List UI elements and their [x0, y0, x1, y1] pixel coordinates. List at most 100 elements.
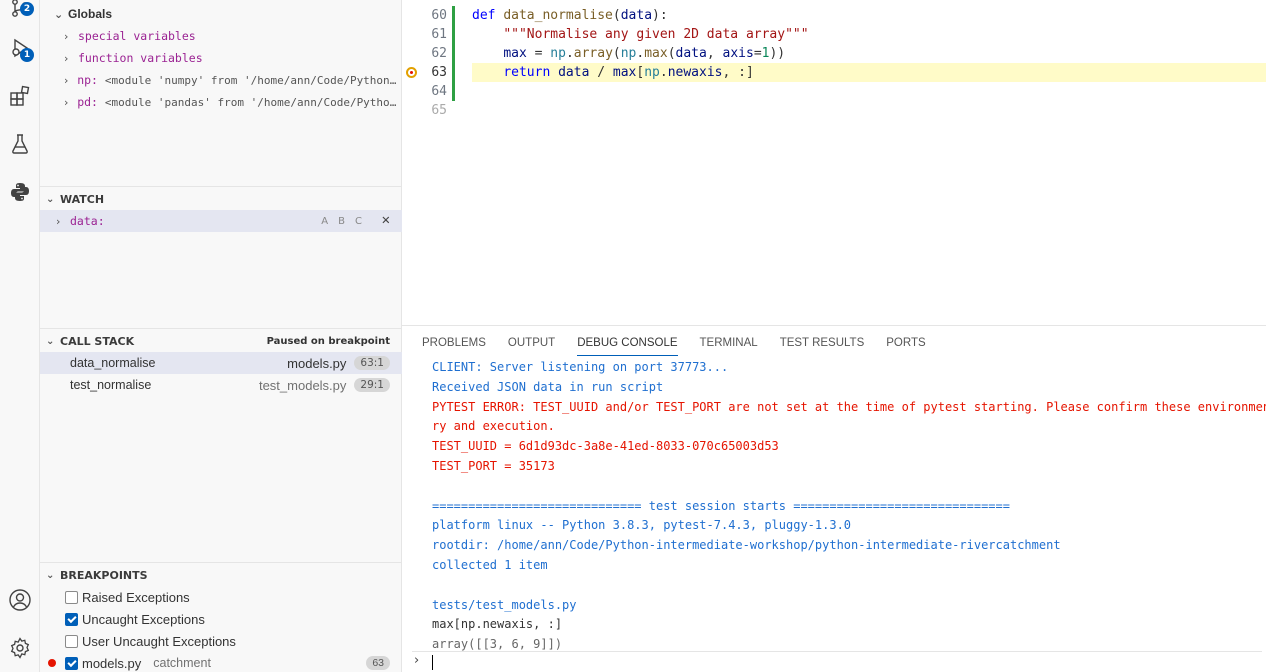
call-stack-title: CALL STACK — [60, 334, 135, 348]
variable-row[interactable]: › pd: <module 'pandas' from '/home/ann/C… — [40, 91, 398, 113]
frame-file: test_models.py — [258, 377, 347, 393]
debug-console-output[interactable]: CLIENT: Server listening on port 37773..… — [432, 358, 1266, 655]
stack-frame[interactable]: test_normalise test_models.py 29:1 — [40, 374, 402, 396]
accounts-icon[interactable] — [4, 584, 36, 616]
activity-bar: 2 1 — [0, 0, 40, 672]
tab-terminal[interactable]: TERMINAL — [700, 326, 758, 360]
tab-ports[interactable]: PORTS — [886, 326, 925, 360]
frame-position: 29:1 — [354, 378, 390, 392]
debug-badge: 1 — [20, 48, 34, 62]
chevron-down-icon: ⌄ — [46, 335, 55, 347]
text-caret — [432, 655, 433, 670]
variable-row[interactable]: › special variables — [40, 25, 402, 47]
chevron-down-icon: ⌄ — [46, 569, 55, 581]
variables-section: ⌄ Globals › special variables › function… — [40, 3, 402, 113]
globals-scope[interactable]: ⌄ Globals — [40, 3, 402, 25]
code-line[interactable]: 61 """Normalise any given 2D data array"… — [402, 25, 1266, 44]
watch-action-b[interactable]: B — [338, 216, 345, 227]
code-editor[interactable]: 60 def data_normalise(data): 61 """Norma… — [402, 0, 1266, 325]
breakpoint-file-entry[interactable]: models.py catchment 63 — [40, 652, 402, 672]
watch-section: ⌄ WATCH › data: A B C ✕ — [40, 186, 402, 232]
line-number: 64 — [431, 84, 447, 99]
checkbox[interactable] — [65, 634, 78, 648]
testing-flask-icon[interactable] — [4, 128, 36, 160]
close-icon[interactable]: ✕ — [382, 212, 390, 228]
paused-status: Paused on breakpoint — [266, 335, 390, 347]
code-line[interactable]: 64 — [402, 82, 1266, 101]
variable-row[interactable]: › np: <module 'numpy' from '/home/ann/Co… — [40, 69, 398, 91]
call-stack-header[interactable]: ⌄ CALL STACK Paused on breakpoint — [40, 330, 402, 352]
settings-gear-icon[interactable] — [4, 632, 36, 664]
source-control-icon[interactable]: 2 — [4, 0, 36, 24]
chevron-down-icon: ⌄ — [46, 193, 55, 205]
checkbox[interactable] — [65, 656, 78, 670]
checkbox[interactable] — [65, 612, 78, 626]
breakpoint-line: 63 — [366, 656, 390, 670]
variable-name: special variables — [78, 29, 196, 43]
code-line[interactable]: 65 — [402, 101, 1266, 120]
tab-debug-console[interactable]: DEBUG CONSOLE — [577, 326, 678, 360]
breakpoints-header[interactable]: ⌄ BREAKPOINTS — [40, 564, 402, 586]
variable-name: pd: — [77, 95, 98, 109]
watch-expression: data: — [70, 214, 105, 228]
breakpoint-uncaught-exceptions[interactable]: Uncaught Exceptions — [40, 608, 402, 630]
line-number: 61 — [431, 27, 447, 42]
console-line: Received JSON data in run script — [432, 379, 664, 394]
console-line: PYTEST ERROR: TEST_UUID and/or TEST_PORT… — [432, 399, 1266, 414]
frame-function: test_normalise — [70, 378, 152, 392]
chevron-down-icon: ⌄ — [54, 7, 64, 21]
tab-output[interactable]: OUTPUT — [508, 326, 555, 360]
breakpoint-raised-exceptions[interactable]: Raised Exceptions — [40, 586, 402, 608]
breakpoint-dir: catchment — [153, 656, 211, 670]
watch-action-c[interactable]: C — [355, 216, 362, 227]
variable-value: <module 'pandas' from '/home/ann/Code/Py… — [104, 95, 398, 109]
debug-console-input[interactable]: › — [412, 651, 1262, 671]
variable-row[interactable]: › function variables — [40, 47, 402, 69]
breakpoint-label: User Uncaught Exceptions — [82, 633, 236, 649]
breakpoint-label: Uncaught Exceptions — [82, 611, 205, 627]
frame-position: 63:1 — [354, 356, 390, 370]
breakpoints-title: BREAKPOINTS — [60, 568, 148, 582]
watch-expression-row[interactable]: › data: A B C ✕ — [40, 210, 402, 232]
run-debug-icon[interactable]: 1 — [4, 32, 36, 64]
variable-value: <module 'numpy' from '/home/ann/Code/Pyt… — [104, 73, 398, 87]
frame-file: models.py — [287, 355, 347, 371]
line-number: 60 — [431, 8, 447, 23]
checkbox[interactable] — [65, 590, 78, 604]
code-text: """Normalise any given 2D data array""" — [503, 27, 809, 42]
breakpoint-dot-icon — [48, 659, 56, 667]
breakpoints-section: ⌄ BREAKPOINTS Raised Exceptions Uncaught… — [40, 562, 402, 672]
tab-problems[interactable]: PROBLEMS — [422, 326, 486, 360]
console-line: CLIENT: Server listening on port 37773..… — [432, 360, 729, 374]
watch-title: WATCH — [60, 192, 105, 206]
console-line: collected 1 item — [432, 557, 548, 572]
stack-frame[interactable]: data_normalise models.py 63:1 — [40, 352, 402, 374]
call-stack-section: ⌄ CALL STACK Paused on breakpoint data_n… — [40, 328, 402, 396]
python-icon[interactable] — [4, 176, 36, 208]
watch-actions: A B C — [321, 216, 362, 227]
chevron-right-icon: › — [64, 51, 69, 65]
chevron-right-icon: › — [414, 653, 420, 668]
source-control-badge: 2 — [20, 2, 34, 16]
breakpoint-label: Raised Exceptions — [82, 589, 190, 605]
panel-tabs: PROBLEMS OUTPUT DEBUG CONSOLE TERMINAL T… — [402, 326, 1266, 360]
line-number: 62 — [431, 46, 447, 61]
console-line: tests/test_models.py — [432, 597, 577, 612]
breakpoint-file: models.py — [82, 655, 142, 671]
code-line[interactable]: 62 max = np.array(np.max(data, axis=1)) — [402, 44, 1266, 63]
chevron-right-icon: › — [64, 29, 69, 43]
watch-header[interactable]: ⌄ WATCH — [40, 188, 402, 210]
breakpoint-user-uncaught-exceptions[interactable]: User Uncaught Exceptions — [40, 630, 402, 652]
current-code-line[interactable]: 63 return data / max[np.newaxis, :] — [402, 63, 1266, 82]
variable-name: np: — [77, 73, 98, 87]
code-text: return data / max[np.newaxis, :] — [503, 65, 754, 80]
chevron-right-icon: › — [56, 214, 61, 228]
tab-test-results[interactable]: TEST RESULTS — [780, 326, 865, 360]
console-line: ry and execution. — [432, 419, 555, 434]
extensions-icon[interactable] — [4, 80, 36, 112]
code-line[interactable]: 60 def data_normalise(data): — [402, 6, 1266, 25]
line-number: 63 — [431, 65, 447, 80]
watch-action-a[interactable]: A — [321, 216, 328, 227]
